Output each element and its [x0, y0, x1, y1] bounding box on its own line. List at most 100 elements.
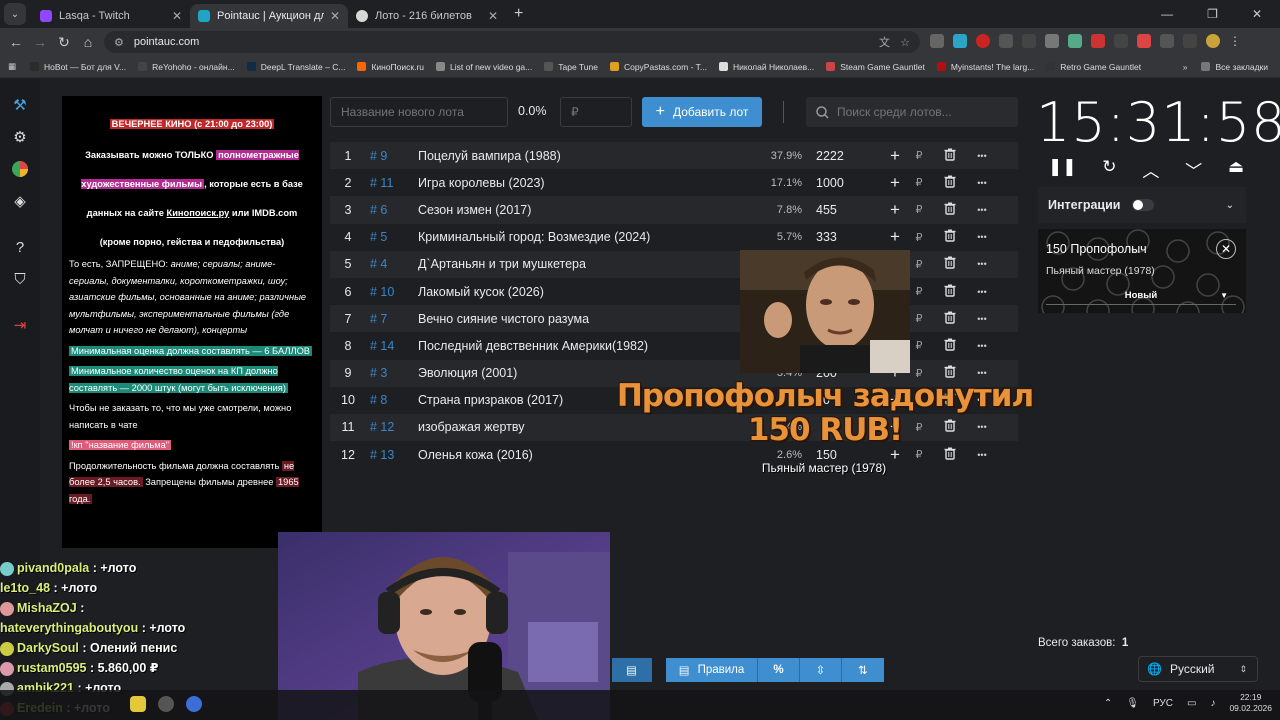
- bookmark-item[interactable]: Myinstants! The larg...: [936, 62, 1034, 72]
- chevron-up-icon[interactable]: ︿: [1142, 157, 1159, 182]
- lot-id[interactable]: # 8: [366, 393, 418, 407]
- close-icon[interactable]: ✕: [330, 9, 340, 23]
- kinopoisk-link[interactable]: Кинопоиск.ру: [167, 208, 230, 218]
- logout-icon[interactable]: ⇥: [10, 315, 30, 335]
- taskbar-app-icon[interactable]: [130, 696, 146, 712]
- clock[interactable]: 22:19 09.02.2026: [1229, 692, 1272, 714]
- auction-hammer-icon[interactable]: ⚒: [10, 95, 30, 115]
- integrations-panel[interactable]: Интеграции ⌄: [1038, 187, 1246, 223]
- back-icon[interactable]: ←: [4, 34, 28, 50]
- more-options-icon[interactable]: •••: [970, 314, 994, 324]
- new-lot-amount-input[interactable]: [560, 97, 632, 127]
- wheel-icon[interactable]: [10, 159, 30, 179]
- taskbar-app-icon[interactable]: [158, 696, 174, 712]
- list-view-icon[interactable]: ▤: [612, 658, 652, 682]
- add-amount-icon[interactable]: +: [882, 227, 908, 247]
- chevron-down-icon[interactable]: ﹀: [1185, 157, 1202, 182]
- lot-row[interactable]: 7# 7Вечно сияние чистого разума+₽•••: [330, 305, 1018, 333]
- lot-id[interactable]: # 9: [366, 149, 418, 163]
- rules-button[interactable]: ▤ Правила: [666, 658, 758, 682]
- lot-amount[interactable]: 333: [802, 230, 882, 244]
- lot-name[interactable]: Поцелуй вампира (1988): [418, 149, 748, 163]
- lot-name[interactable]: Игра королевы (2023): [418, 176, 748, 190]
- apps-grid-icon[interactable]: ▦: [8, 61, 16, 72]
- trash-icon[interactable]: [930, 202, 970, 218]
- lot-amount[interactable]: 2222: [802, 149, 882, 163]
- add-lot-button[interactable]: + Добавить лот: [642, 97, 762, 127]
- bookmark-item[interactable]: Steam Game Gauntlet: [826, 62, 925, 72]
- volume-icon[interactable]: ♪: [1210, 698, 1215, 709]
- extension-icon[interactable]: [999, 34, 1013, 48]
- tab-loto[interactable]: Лото - 216 билетов ✕: [348, 4, 506, 28]
- extension-icon[interactable]: [1114, 34, 1128, 48]
- lot-amount[interactable]: 455: [802, 203, 882, 217]
- trash-icon[interactable]: [930, 256, 970, 272]
- add-amount-icon[interactable]: +: [882, 173, 908, 193]
- more-options-icon[interactable]: •••: [970, 205, 994, 215]
- close-icon[interactable]: ✕: [1216, 239, 1236, 259]
- bookmark-item[interactable]: HoBot — Бот для V...: [30, 62, 126, 72]
- lot-amount[interactable]: 1000: [802, 176, 882, 190]
- extension-icon[interactable]: [953, 34, 967, 48]
- tab-twitch[interactable]: Lasqa - Twitch ✕: [32, 4, 190, 28]
- reset-icon[interactable]: ↻: [1102, 157, 1116, 182]
- reload-icon[interactable]: ↻: [52, 34, 76, 51]
- trash-icon[interactable]: [930, 148, 970, 164]
- extension-icon[interactable]: [1137, 34, 1151, 48]
- star-icon[interactable]: ☆: [900, 36, 910, 49]
- lot-id[interactable]: # 11: [366, 176, 418, 190]
- trash-icon[interactable]: [930, 229, 970, 245]
- extension-icon[interactable]: [1045, 34, 1059, 48]
- window-close-icon[interactable]: ✕: [1252, 7, 1262, 21]
- lot-name[interactable]: Последний девственник Америки(1982): [418, 339, 748, 353]
- search-input[interactable]: [837, 105, 997, 119]
- bookmark-item[interactable]: List of new video ga...: [436, 62, 532, 72]
- lot-id[interactable]: # 13: [366, 448, 418, 462]
- lot-row[interactable]: 5# 4Д`Артаньян и три мушкетера+₽•••: [330, 250, 1018, 278]
- puzzle-icon[interactable]: [1160, 34, 1174, 48]
- add-amount-icon[interactable]: +: [882, 200, 908, 220]
- more-options-icon[interactable]: •••: [970, 450, 994, 460]
- extension-icon[interactable]: [1022, 34, 1036, 48]
- new-tab-button[interactable]: +: [514, 5, 523, 23]
- compress-icon[interactable]: ⇳: [800, 658, 842, 682]
- trash-icon[interactable]: [930, 447, 970, 463]
- bookmark-item[interactable]: Retro Game Gauntlet: [1046, 62, 1141, 72]
- kebab-menu-icon[interactable]: ⋮: [1229, 34, 1243, 48]
- home-icon[interactable]: ⌂: [76, 34, 100, 50]
- lot-id[interactable]: # 5: [366, 230, 418, 244]
- lot-id[interactable]: # 3: [366, 366, 418, 380]
- lot-row[interactable]: 8 # 14 Последний девственник Америки(1982)…: [330, 332, 1018, 359]
- input-language[interactable]: РУС: [1153, 698, 1173, 709]
- lot-id[interactable]: # 6: [366, 203, 418, 217]
- translate-icon[interactable]: 文: [879, 34, 890, 50]
- more-options-icon[interactable]: •••: [970, 287, 994, 297]
- more-options-icon[interactable]: •••: [970, 178, 994, 188]
- shield-icon[interactable]: ⛉: [10, 269, 30, 289]
- lot-name[interactable]: Вечно сияние чистого разума: [418, 312, 748, 326]
- bookmark-item[interactable]: Николай Николаев...: [718, 62, 814, 72]
- all-bookmarks-button[interactable]: Все закладки: [1201, 62, 1268, 72]
- restore-icon[interactable]: ❐: [1207, 7, 1218, 21]
- more-options-icon[interactable]: •••: [970, 368, 994, 378]
- tab-pointauc[interactable]: Pointauc | Аукцион для стримеров ✕: [190, 4, 348, 28]
- bookmark-item[interactable]: КиноПоиск.ru: [357, 62, 424, 72]
- layers-icon[interactable]: ◈: [10, 191, 30, 211]
- lot-amount[interactable]: 150: [802, 448, 882, 462]
- trash-icon[interactable]: [930, 175, 970, 191]
- bookmark-item[interactable]: DeepL Translate – С...: [246, 62, 345, 72]
- forward-icon[interactable]: →: [28, 34, 52, 50]
- chevron-down-icon[interactable]: ⌄: [1226, 200, 1234, 211]
- more-options-icon[interactable]: •••: [970, 341, 994, 351]
- new-lot-name-input[interactable]: [330, 97, 508, 127]
- more-options-icon[interactable]: •••: [970, 232, 994, 242]
- lot-row[interactable]: 2 # 11 Игра королевы (2023) 17.1% 1000 + ₽ •••: [330, 169, 1018, 196]
- lot-name[interactable]: Сезон измен (2017): [418, 203, 748, 217]
- sort-icon[interactable]: ⇅: [842, 658, 884, 682]
- lot-id[interactable]: # 10: [366, 285, 418, 299]
- lot-row[interactable]: 6# 10Лакомый кусок (2026)+₽•••: [330, 278, 1018, 305]
- lot-id[interactable]: # 14: [366, 339, 418, 353]
- lot-name[interactable]: Д`Артаньян и три мушкетера: [418, 257, 748, 271]
- lot-id[interactable]: # 7: [366, 312, 418, 326]
- trash-icon[interactable]: [930, 311, 970, 327]
